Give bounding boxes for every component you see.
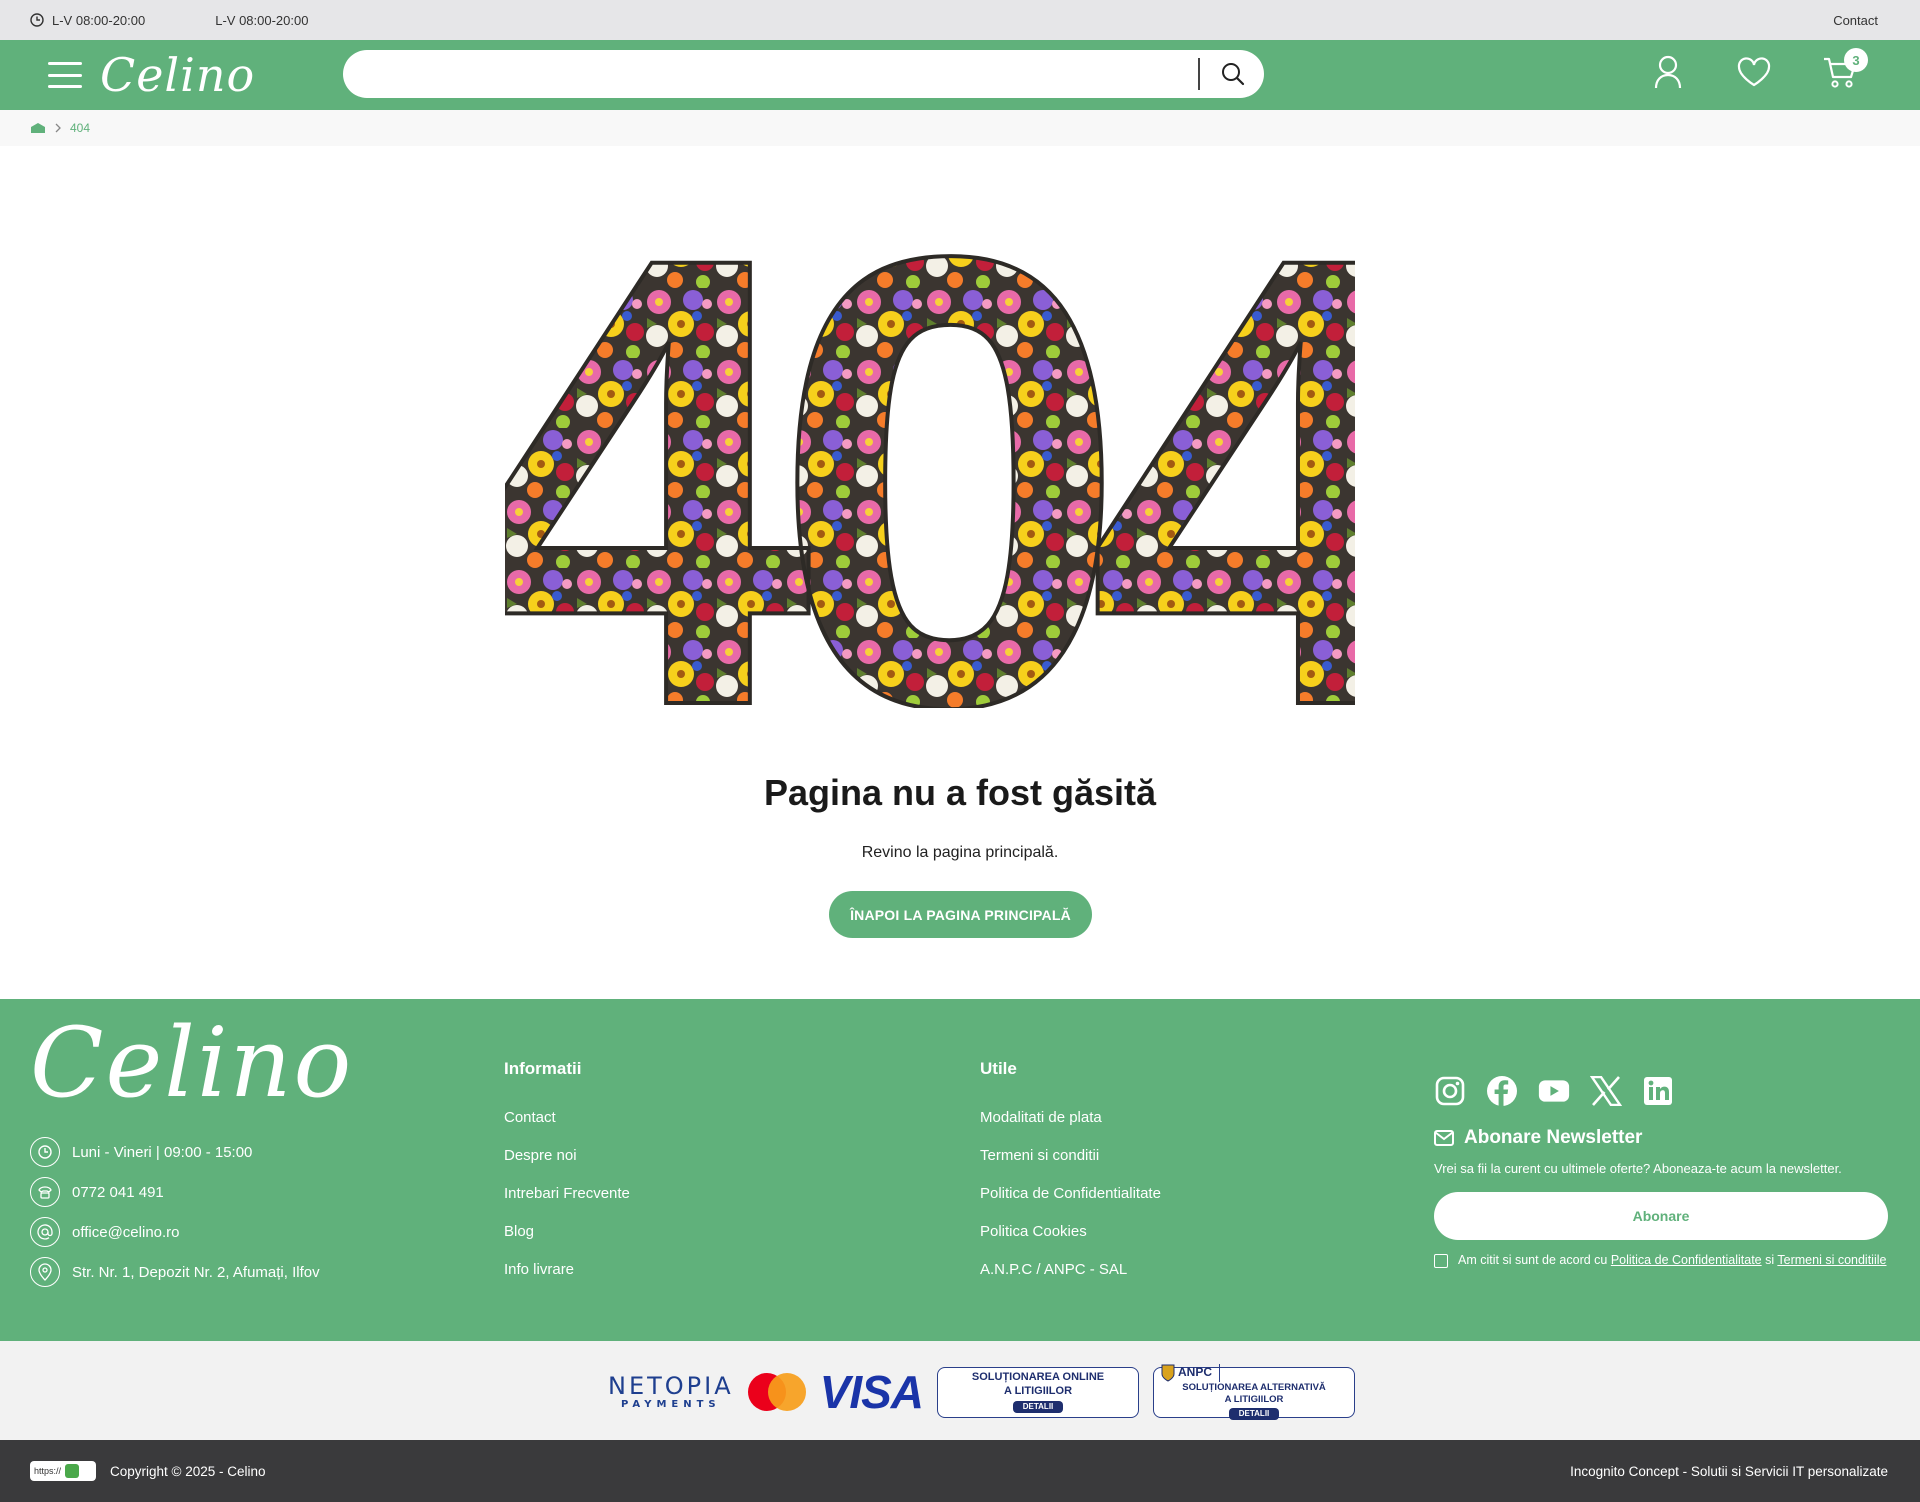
footer-hours-text: Luni - Vineri | 09:00 - 15:00 xyxy=(72,1143,253,1161)
phone-icon xyxy=(30,1177,60,1207)
location-pin-icon xyxy=(30,1257,60,1287)
back-home-button[interactable]: ÎNAPOI LA PAGINA PRINCIPALĂ xyxy=(829,891,1092,938)
newsletter-text: Vrei sa fii la curent cu ultimele oferte… xyxy=(1434,1161,1842,1176)
clock-icon xyxy=(30,1137,60,1167)
account-icon[interactable] xyxy=(1650,54,1686,90)
top-contact-link[interactable]: Contact xyxy=(1833,13,1878,28)
developer-credit-link[interactable]: Incognito Concept - Solutii si Servicii … xyxy=(1570,1464,1888,1479)
page-subtitle: Revino la pagina principală. xyxy=(861,844,1059,861)
social-links xyxy=(1434,1075,1674,1107)
facebook-icon[interactable] xyxy=(1486,1075,1518,1107)
footer-link-despre-noi[interactable]: Despre noi xyxy=(504,1147,577,1164)
opening-hours: L-V 08:00-20:00 xyxy=(30,13,145,28)
terms-link[interactable]: Termeni si conditiile xyxy=(1777,1253,1886,1267)
hours-text-2: L-V 08:00-20:00 xyxy=(215,12,309,28)
x-icon[interactable] xyxy=(1590,1075,1622,1107)
instagram-icon[interactable] xyxy=(1434,1075,1466,1107)
coat-of-arms-icon xyxy=(1161,1364,1175,1382)
site-logo[interactable]: Celino xyxy=(100,52,255,98)
anpc-logo: ANPC xyxy=(1154,1363,1221,1382)
wishlist-heart-icon[interactable] xyxy=(1736,54,1772,90)
info-heading: Informatii xyxy=(504,1059,582,1078)
envelope-icon xyxy=(1434,1130,1454,1146)
consent-text: Am citit si sunt de acord cu Politica de… xyxy=(1458,1253,1887,1267)
cart-count-badge: 3 xyxy=(1844,48,1868,72)
footer-link-anpc[interactable]: A.N.P.C / ANPC - SAL xyxy=(980,1261,1127,1278)
sol-alternativa-badge[interactable]: ANPC SOLUȚIONAREA ALTERNATIVĂ A LITIGIIL… xyxy=(1153,1363,1356,1421)
footer-link-termeni[interactable]: Termeni si conditii xyxy=(980,1147,1099,1164)
newsletter-subscribe-button[interactable]: Abonare xyxy=(1434,1192,1888,1240)
youtube-icon[interactable] xyxy=(1538,1075,1570,1107)
footer-link-blog[interactable]: Blog xyxy=(504,1223,534,1240)
chevron-right-icon xyxy=(55,123,61,133)
footer-address-text: Str. Nr. 1, Depozit Nr. 2, Afumați, Ilfo… xyxy=(72,1263,320,1281)
footer-contact-list: Luni - Vineri | 09:00 - 15:00 0772 041 4… xyxy=(30,1137,320,1287)
search-icon[interactable] xyxy=(1220,61,1246,87)
home-icon[interactable] xyxy=(30,122,46,134)
footer-address: Str. Nr. 1, Depozit Nr. 2, Afumați, Ilfo… xyxy=(30,1257,320,1287)
top-info-bar: L-V 08:00-20:00 L-V 08:00-20:00 Contact xyxy=(0,0,1920,40)
footer-utile-column: Utile Modalitati de plata Termeni si con… xyxy=(980,1059,1161,1278)
footer-logo[interactable]: Celino xyxy=(30,1013,353,1114)
floral-404-illustration: 404 xyxy=(505,218,1355,708)
shield-check-icon xyxy=(65,1464,80,1478)
ssl-badge: https:// xyxy=(30,1461,96,1481)
linkedin-icon[interactable] xyxy=(1642,1075,1674,1107)
newsletter-consent: Am citit si sunt de acord cu Politica de… xyxy=(1434,1251,1894,1269)
footer-link-contact[interactable]: Contact xyxy=(504,1109,556,1126)
at-sign-icon xyxy=(30,1217,60,1247)
site-footer: Celino Luni - Vineri | 09:00 - 15:00 077… xyxy=(0,999,1920,1341)
utile-heading: Utile xyxy=(980,1059,1017,1078)
footer-phone-text[interactable]: 0772 041 491 xyxy=(72,1184,164,1201)
footer-link-plata[interactable]: Modalitati de plata xyxy=(980,1109,1102,1126)
search-bar[interactable] xyxy=(343,50,1264,98)
footer-hours: Luni - Vineri | 09:00 - 15:00 xyxy=(30,1137,320,1167)
clock-icon xyxy=(30,13,44,27)
payments-band: NETOPIA PAYMENTS VISA SOLUȚIONAREA ONLIN… xyxy=(0,1341,1920,1440)
breadcrumb: 404 xyxy=(0,110,1920,146)
newsletter-heading-text: Abonare Newsletter xyxy=(1464,1127,1643,1148)
header-actions: 3 xyxy=(1650,48,1868,90)
breadcrumb-current: 404 xyxy=(70,121,91,135)
footer-link-faq[interactable]: Intrebari Frecvente xyxy=(504,1185,630,1202)
footer-email[interactable]: office@celino.ro xyxy=(30,1217,320,1247)
page-title: Pagina nu a fost găsită xyxy=(763,772,1157,813)
newsletter-heading: Abonare Newsletter xyxy=(1434,1127,1642,1149)
main-header: Celino 3 xyxy=(0,40,1920,110)
footer-link-info-livrare[interactable]: Info livrare xyxy=(504,1261,574,1278)
privacy-policy-link[interactable]: Politica de Confidentialitate xyxy=(1611,1253,1762,1267)
visa-logo: VISA xyxy=(819,1366,924,1418)
footer-link-cookies[interactable]: Politica Cookies xyxy=(980,1223,1087,1240)
copyright-text: Copyright © 2025 - Celino xyxy=(110,1463,266,1479)
hours-text-1: L-V 08:00-20:00 xyxy=(52,12,146,28)
netopia-logo[interactable]: NETOPIA PAYMENTS xyxy=(608,1374,734,1410)
big-404-text: 404 xyxy=(505,218,1355,708)
mastercard-logo xyxy=(747,1373,806,1411)
footer-info-column: Informatii Contact Despre noi Intrebari … xyxy=(504,1059,630,1278)
search-divider xyxy=(1198,58,1200,90)
footer-link-confidentialitate[interactable]: Politica de Confidentialitate xyxy=(980,1185,1161,1202)
footer-email-text[interactable]: office@celino.ro xyxy=(72,1224,180,1241)
consent-checkbox[interactable] xyxy=(1434,1254,1448,1268)
footer-phone[interactable]: 0772 041 491 xyxy=(30,1177,320,1207)
copyright-bar: https:// Copyright © 2025 - Celino Incog… xyxy=(0,1440,1920,1502)
not-found-section: 404 Pagina nu a fost găsită Revino la pa… xyxy=(0,146,1920,999)
sol-online-badge[interactable]: SOLUȚIONAREA ONLINE A LITIGIILOR DETALII xyxy=(937,1366,1140,1418)
cart-icon[interactable]: 3 xyxy=(1822,48,1868,90)
menu-hamburger-icon[interactable] xyxy=(48,62,82,88)
